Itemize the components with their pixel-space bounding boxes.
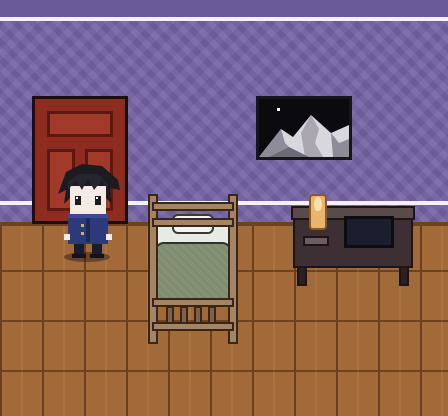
bed-headboard-rail: [152, 218, 234, 227]
bed-icon[interactable]: [148, 194, 238, 344]
wall-rail-top: [0, 17, 448, 21]
desk-drawer[interactable]: [303, 236, 329, 246]
desk-leg-left: [297, 266, 307, 286]
monitor-icon[interactable]: [344, 216, 394, 248]
candle-flame: [314, 197, 322, 211]
game-scene: [0, 0, 448, 416]
bed-slat: [180, 306, 188, 324]
bed-slat: [194, 306, 202, 324]
door-panel-top: [47, 111, 113, 137]
bed-footboard-rail: [152, 322, 234, 331]
bed-footboard-rail: [152, 298, 234, 307]
bed-slat: [166, 306, 174, 324]
mountain-painting-icon[interactable]: [256, 96, 352, 160]
player-sprite-art: [58, 164, 120, 258]
bed-blanket: [154, 242, 232, 300]
candle-icon[interactable]: [309, 194, 327, 230]
desk-leg-right: [399, 266, 409, 286]
mountain-art: [259, 99, 349, 157]
bed-slat: [208, 306, 216, 324]
player-character-sprite[interactable]: [52, 160, 124, 268]
bed-headboard-rail: [152, 202, 234, 211]
